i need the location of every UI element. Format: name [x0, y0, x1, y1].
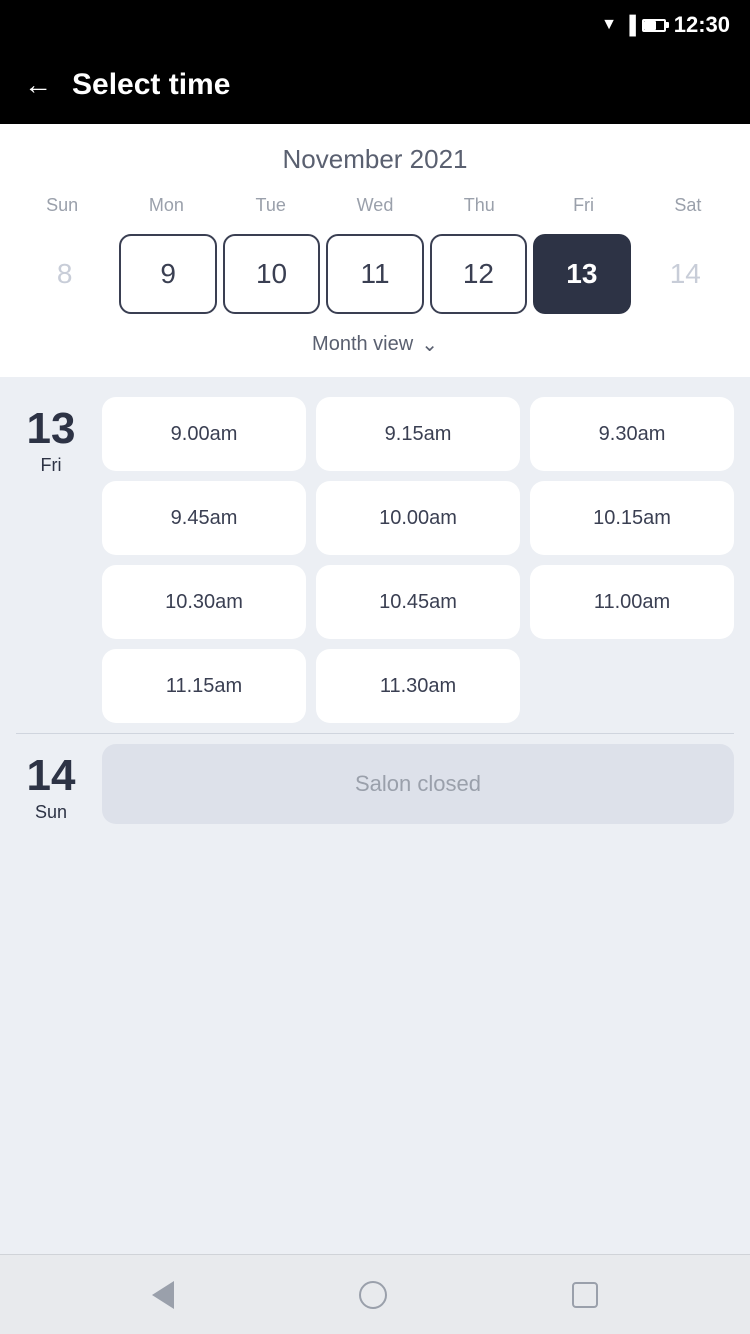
month-title: November 2021 — [10, 144, 740, 175]
nav-home-icon — [359, 1281, 387, 1309]
battery-icon — [642, 19, 666, 32]
nav-back-button[interactable] — [152, 1281, 174, 1309]
page-title: Select time — [72, 68, 230, 102]
day-number-14: 14 — [27, 754, 76, 798]
day-header-wed: Wed — [323, 191, 427, 220]
day-label-13: 13 Fri — [16, 397, 86, 723]
status-icons: ▼ ▐ — [601, 15, 666, 36]
day-header-mon: Mon — [114, 191, 218, 220]
header: ← Select time — [0, 50, 750, 124]
calendar-day-10[interactable]: 10 — [223, 234, 320, 314]
chevron-down-icon: ⌄ — [421, 332, 438, 357]
day-header-tue: Tue — [219, 191, 323, 220]
time-slot-5[interactable]: 10.15am — [530, 481, 734, 555]
time-grid: 9.00am 9.15am 9.30am 9.45am 10.00am 10.1… — [102, 397, 734, 723]
time-section: 13 Fri 9.00am 9.15am 9.30am 9.45am 10.00… — [0, 377, 750, 1254]
nav-back-icon — [152, 1281, 174, 1309]
time-slot-0[interactable]: 9.00am — [102, 397, 306, 471]
calendar-day-9[interactable]: 9 — [119, 234, 216, 314]
time-slot-6[interactable]: 10.30am — [102, 565, 306, 639]
day-header-thu: Thu — [427, 191, 531, 220]
back-button[interactable]: ← — [24, 69, 52, 101]
month-view-toggle[interactable]: Month view ⌄ — [10, 318, 740, 367]
time-slot-9[interactable]: 11.15am — [102, 649, 306, 723]
nav-recents-button[interactable] — [572, 1282, 598, 1308]
nav-recents-icon — [572, 1282, 598, 1308]
calendar-day-11[interactable]: 11 — [326, 234, 423, 314]
calendar-section: November 2021 Sun Mon Tue Wed Thu Fri Sa… — [0, 124, 750, 377]
day-header-sun: Sun — [10, 191, 114, 220]
time-slot-7[interactable]: 10.45am — [316, 565, 520, 639]
day-number-13: 13 — [27, 407, 76, 451]
calendar-days: 8 9 10 11 12 13 14 — [10, 230, 740, 318]
section-divider — [16, 733, 734, 734]
calendar-day-13[interactable]: 13 — [533, 234, 630, 314]
time-slot-8[interactable]: 11.00am — [530, 565, 734, 639]
signal-icon: ▐ — [623, 15, 636, 36]
day-header-sat: Sat — [636, 191, 740, 220]
time-slot-1[interactable]: 9.15am — [316, 397, 520, 471]
wifi-icon: ▼ — [601, 16, 617, 34]
time-slot-4[interactable]: 10.00am — [316, 481, 520, 555]
day-header-fri: Fri — [531, 191, 635, 220]
nav-bar — [0, 1254, 750, 1334]
calendar-day-14[interactable]: 14 — [637, 234, 734, 314]
salon-closed-message: Salon closed — [102, 744, 734, 824]
calendar-day-12[interactable]: 12 — [430, 234, 527, 314]
status-time: 12:30 — [674, 12, 730, 38]
day-block-14: 14 Sun Salon closed — [16, 744, 734, 824]
day-headers: Sun Mon Tue Wed Thu Fri Sat — [10, 191, 740, 220]
nav-home-button[interactable] — [359, 1281, 387, 1309]
day-name-fri: Fri — [41, 455, 62, 476]
month-view-label: Month view — [312, 333, 413, 356]
time-slot-2[interactable]: 9.30am — [530, 397, 734, 471]
day-block-13: 13 Fri 9.00am 9.15am 9.30am 9.45am 10.00… — [16, 397, 734, 723]
day-name-sun: Sun — [35, 802, 67, 823]
status-bar: ▼ ▐ 12:30 — [0, 0, 750, 50]
day-label-14: 14 Sun — [16, 744, 86, 824]
time-slot-10[interactable]: 11.30am — [316, 649, 520, 723]
calendar-day-8[interactable]: 8 — [16, 234, 113, 314]
time-slot-3[interactable]: 9.45am — [102, 481, 306, 555]
